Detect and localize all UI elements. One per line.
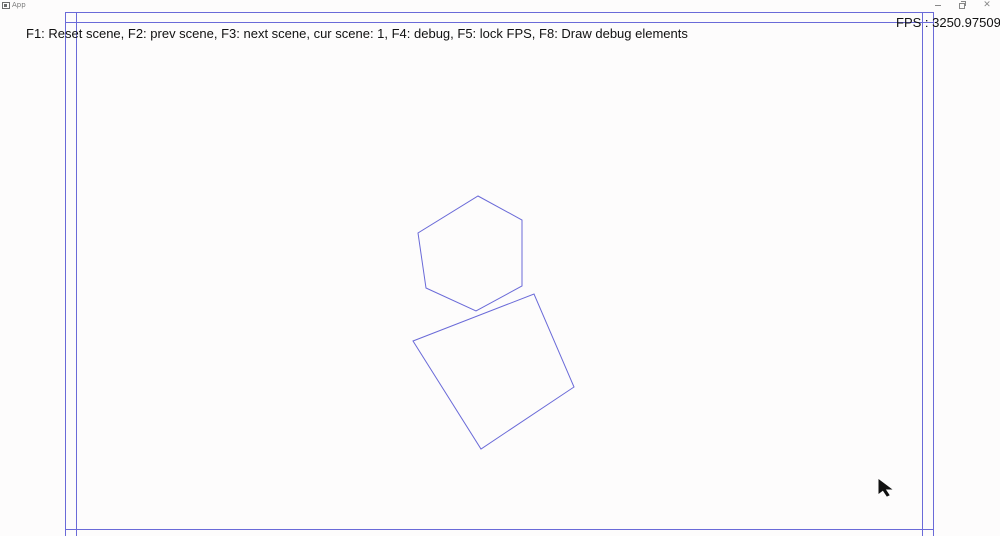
hexagon-body bbox=[417, 195, 523, 312]
app-window: App ✕ F1: Reset scene, F2: prev scene, F… bbox=[0, 0, 1000, 536]
fps-counter: FPS : 3250.975098 bbox=[896, 15, 1000, 30]
rectangle-body bbox=[412, 293, 575, 450]
controls-help-text: F1: Reset scene, F2: prev scene, F3: nex… bbox=[26, 26, 688, 41]
mouse-pointer-icon bbox=[878, 479, 893, 497]
scene-canvas[interactable] bbox=[0, 0, 1000, 536]
